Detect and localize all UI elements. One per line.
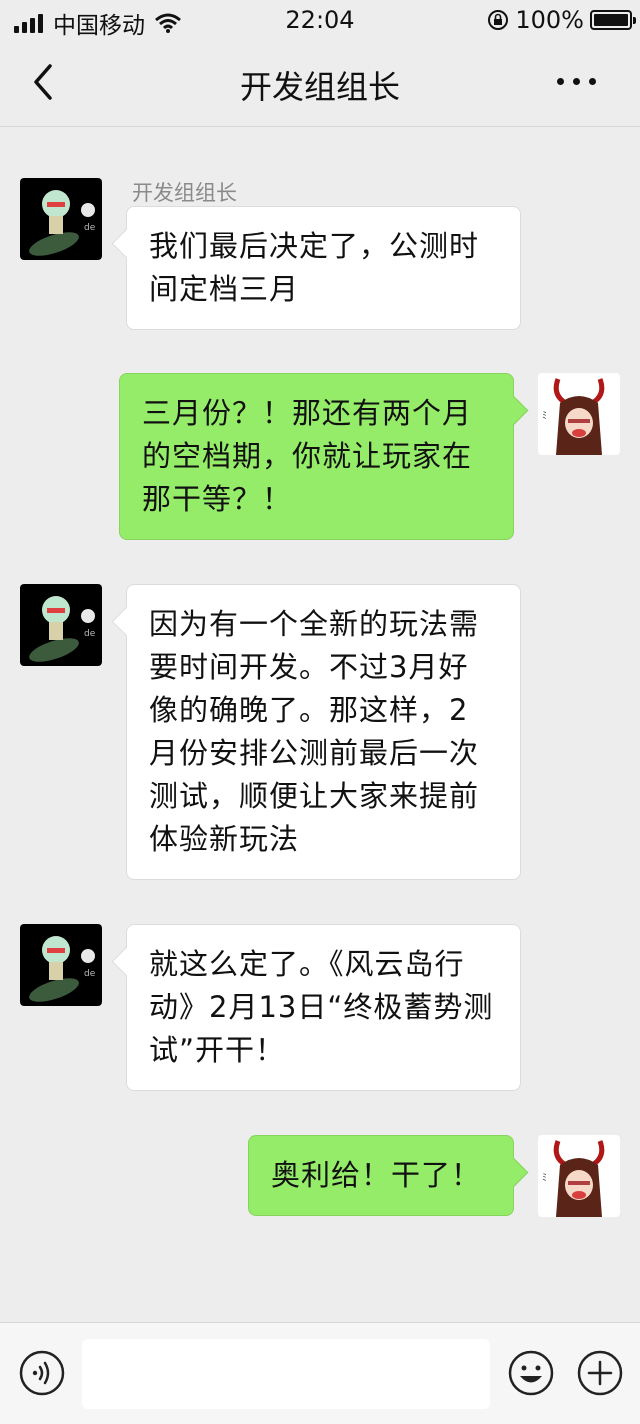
avatar-illustration: de: [20, 178, 102, 260]
nav-bar: 开发组组长: [0, 42, 640, 127]
message-bubble-received[interactable]: 就这么定了。《风云岛行动》2月13日“终极蓄势测试”开干！: [126, 924, 521, 1091]
more-icon[interactable]: [557, 78, 596, 85]
contact-avatar[interactable]: de: [20, 584, 102, 666]
voice-icon[interactable]: [18, 1349, 66, 1397]
avatar-illustration: ﾐ: [538, 1135, 620, 1217]
battery-percent: 100%: [515, 6, 584, 34]
svg-text:de: de: [84, 223, 96, 233]
svg-text:ﾐ: ﾐ: [542, 1173, 547, 1184]
sender-name: 开发组组长: [132, 181, 237, 205]
self-avatar[interactable]: ﾐ: [538, 1135, 620, 1217]
svg-text:de: de: [84, 969, 96, 979]
avatar-illustration: de: [20, 924, 102, 1006]
chat-title: 开发组组长: [239, 68, 400, 106]
avatar-illustration: de: [20, 584, 102, 666]
rotation-lock-icon: [488, 10, 509, 30]
input-bar: [0, 1322, 640, 1424]
svg-text:ﾐ: ﾐ: [542, 411, 547, 422]
message-bubble-received[interactable]: 因为有一个全新的玩法需要时间开发。不过3月好像的确晚了。那这样，2月份安排公测前…: [126, 584, 521, 880]
message-input[interactable]: [82, 1339, 490, 1409]
svg-text:de: de: [84, 629, 96, 639]
self-avatar[interactable]: ﾐ: [538, 373, 620, 455]
plus-icon[interactable]: [576, 1349, 624, 1397]
contact-avatar[interactable]: de: [20, 924, 102, 1006]
message-bubble-sent[interactable]: 三月份？！那还有两个月的空档期，你就让玩家在那干等？！: [119, 373, 514, 540]
battery-icon: [590, 10, 636, 30]
avatar-illustration: ﾐ: [538, 373, 620, 455]
contact-avatar[interactable]: de: [20, 178, 102, 260]
message-bubble-received[interactable]: 我们最后决定了，公测时间定档三月: [126, 206, 521, 330]
status-bar: 中国移动 22:04 100%: [0, 0, 640, 42]
message-bubble-sent[interactable]: 奥利给！干了！: [248, 1135, 514, 1216]
emoji-icon[interactable]: [507, 1349, 555, 1397]
